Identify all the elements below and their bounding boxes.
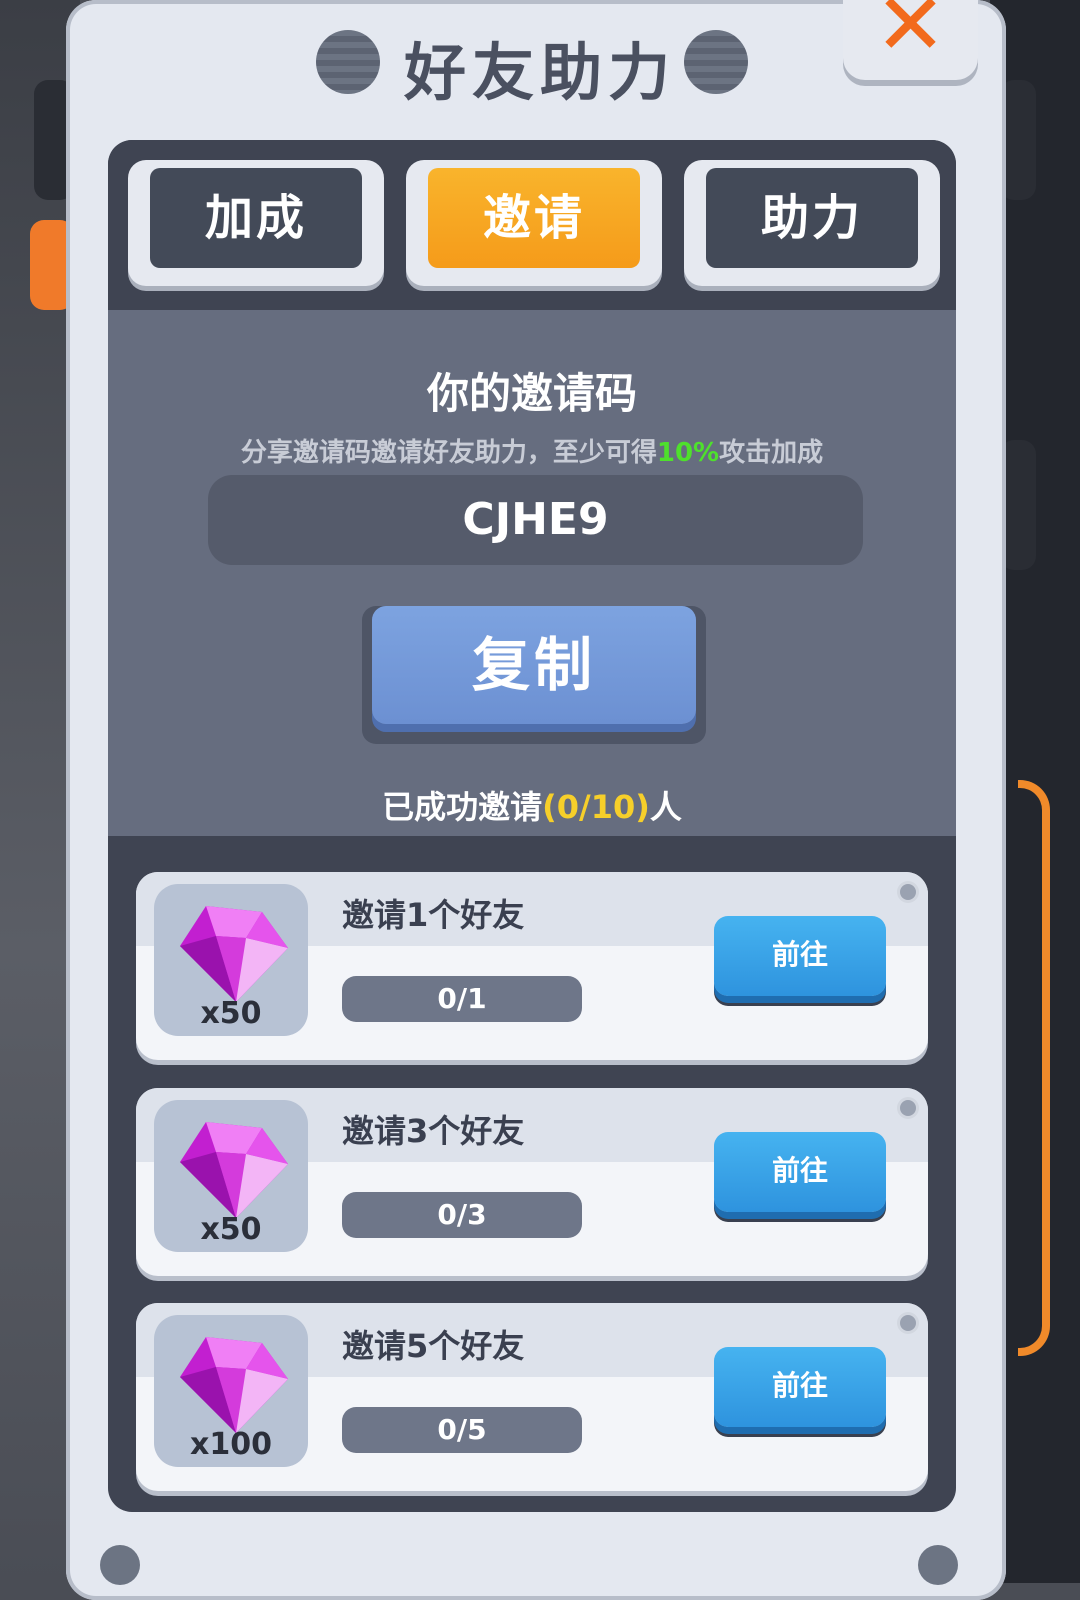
- reward-card: x100 邀请5个好友 0/5 前往: [136, 1303, 928, 1491]
- invited-status: 已成功邀请(0/10)人: [108, 782, 956, 828]
- tab-invite[interactable]: 邀请: [406, 160, 662, 286]
- progress-bar: 0/1: [342, 976, 582, 1022]
- reward-quantity: x50: [200, 996, 262, 1031]
- tab-bonus[interactable]: 加成: [128, 160, 384, 286]
- invite-code-field: CJHE9: [208, 475, 863, 565]
- copy-button-label: 复制: [372, 606, 696, 724]
- copy-button[interactable]: 复制: [362, 606, 706, 744]
- go-button[interactable]: 前往: [714, 916, 886, 996]
- invite-code-title: 你的邀请码: [426, 369, 637, 418]
- purple-gem-icon: [180, 1122, 288, 1218]
- close-icon: ✕: [874, 0, 947, 75]
- progress-bar: 0/5: [342, 1407, 582, 1453]
- invited-suffix: 人: [649, 788, 682, 826]
- bolt-icon: [100, 1545, 140, 1585]
- tab-bonus-label: 加成: [150, 168, 362, 268]
- orange-rail: [1018, 780, 1050, 1356]
- reward-quantity: x100: [190, 1427, 272, 1462]
- reward-card: x50 邀请3个好友 0/3 前往: [136, 1088, 928, 1276]
- rivet-icon: [900, 884, 916, 900]
- close-button[interactable]: ✕: [843, 0, 978, 80]
- task-label: 邀请5个好友: [342, 1327, 525, 1365]
- invite-description: 分享邀请码邀请好友助力，至少可得10%攻击加成: [108, 432, 956, 469]
- reward-card: x50 邀请1个好友 0/1 前往: [136, 872, 928, 1060]
- reward-quantity: x50: [200, 1212, 262, 1247]
- invited-prefix: 已成功邀请: [382, 788, 543, 826]
- desc-suffix: 攻击加成: [719, 438, 824, 468]
- progress-bar: 0/3: [342, 1192, 582, 1238]
- rivet-icon: [900, 1315, 916, 1331]
- tab-assist-label: 助力: [706, 168, 918, 268]
- desc-prefix: 分享邀请码邀请好友助力，至少可得: [240, 438, 657, 468]
- desc-highlight: 10%: [656, 438, 720, 468]
- tab-assist[interactable]: 助力: [684, 160, 940, 286]
- go-button[interactable]: 前往: [714, 1347, 886, 1427]
- invited-count: (0/10): [542, 788, 650, 826]
- purple-gem-icon: [180, 1337, 288, 1433]
- bolt-icon: [918, 1545, 958, 1585]
- task-label: 邀请3个好友: [342, 1112, 525, 1150]
- purple-gem-icon: [180, 906, 288, 1002]
- tab-invite-label: 邀请: [428, 168, 640, 268]
- rivet-icon: [900, 1100, 916, 1116]
- go-button[interactable]: 前往: [714, 1132, 886, 1212]
- task-label: 邀请1个好友: [342, 896, 525, 934]
